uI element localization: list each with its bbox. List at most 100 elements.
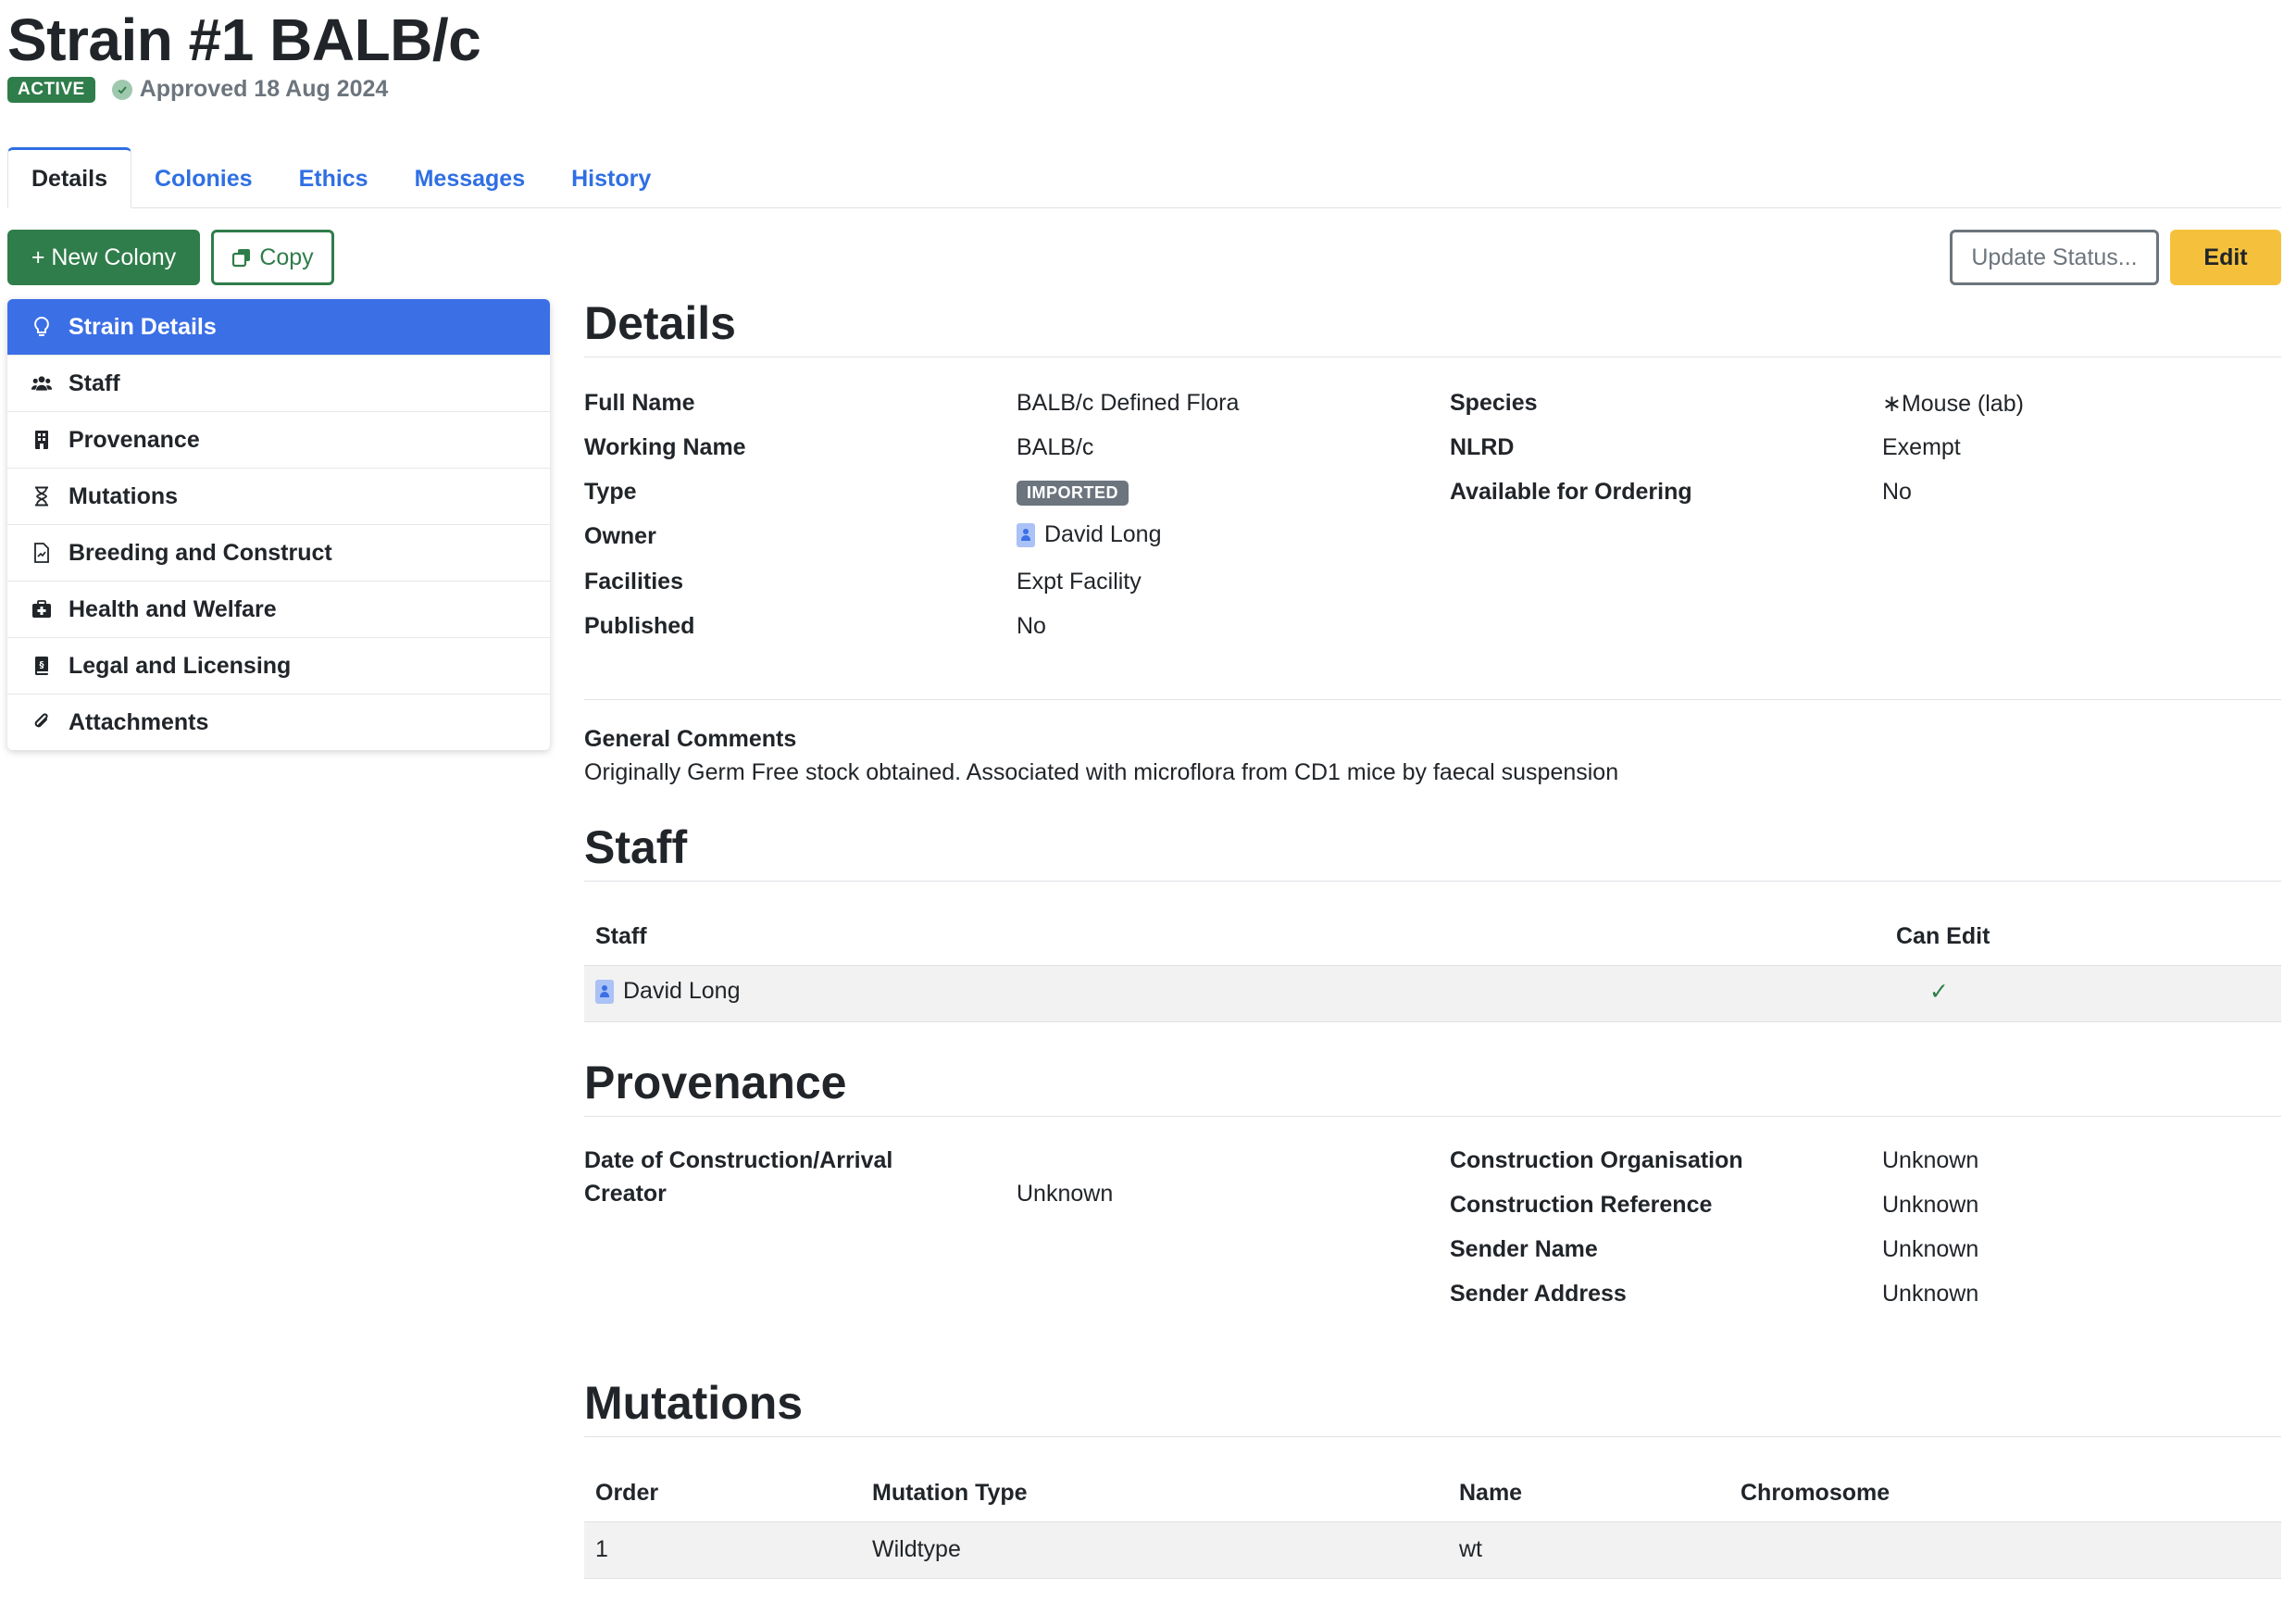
new-colony-button[interactable]: + New Colony [7, 230, 200, 285]
mutation-type-col-header: Mutation Type [872, 1480, 1028, 1506]
nav-label: Provenance [69, 426, 200, 453]
construction-ref-label: Construction Reference [1450, 1192, 1713, 1218]
details-heading: Details [584, 297, 736, 349]
type-label: Type [584, 479, 637, 505]
sender-address-value: Unknown [1882, 1281, 1979, 1307]
copy-button[interactable]: Copy [211, 230, 334, 285]
nav-label: Health and Welfare [69, 595, 277, 622]
chromosome-col-header: Chromosome [1741, 1480, 1890, 1506]
type-value: IMPORTED [1017, 481, 1129, 506]
copy-label: Copy [259, 244, 314, 270]
nav-label: Staff [69, 369, 120, 396]
nav-item-breeding-and-construct[interactable]: Breeding and Construct [7, 524, 550, 581]
species-value: ∗Mouse (lab) [1882, 391, 2024, 417]
staff-divider [584, 881, 2281, 882]
nav-label: Mutations [69, 482, 179, 509]
mutations-divider [584, 1436, 2281, 1437]
approval-status: Approved 18 Aug 2024 [111, 76, 389, 103]
nav-item-attachments[interactable]: Attachments [7, 694, 550, 750]
tab-ethics[interactable]: Ethics [276, 150, 392, 207]
check-circle-icon [111, 79, 132, 100]
staff-name: David Long [623, 978, 741, 1004]
tab-details[interactable]: Details [7, 147, 131, 208]
nav-item-mutations[interactable]: Mutations [7, 468, 550, 524]
available-value: No [1882, 479, 1912, 505]
construction-org-value: Unknown [1882, 1147, 1979, 1173]
full-name-value: BALB/c Defined Flora [1017, 390, 1240, 416]
can-edit-col-header: Can Edit [1896, 923, 1990, 949]
working-name-value: BALB/c [1017, 434, 1094, 460]
mutations-heading: Mutations [584, 1377, 804, 1429]
tab-messages[interactable]: Messages [392, 150, 549, 207]
can-edit-check-icon: ✓ [1929, 979, 1949, 1005]
staff-name-cell[interactable]: David Long [595, 978, 740, 1005]
owner-name: David Long [1044, 521, 1162, 547]
nav-item-health-and-welfare[interactable]: Health and Welfare [7, 581, 550, 637]
section-nav: Strain Details Staff Provenance Mutation… [7, 299, 550, 750]
species-label: Species [1450, 390, 1538, 416]
paperclip-icon [31, 711, 52, 733]
owner-value[interactable]: David Long [1017, 521, 1161, 548]
date-arrival-label: Date of Construction/Arrival [584, 1147, 893, 1173]
order-col-header: Order [595, 1480, 659, 1506]
facilities-value: Expt Facility [1017, 569, 1142, 594]
type-badge: IMPORTED [1017, 481, 1129, 506]
person-icon [1017, 522, 1035, 547]
published-value: No [1017, 613, 1046, 639]
working-name-label: Working Name [584, 434, 746, 460]
edit-button[interactable]: Edit [2170, 230, 2281, 285]
name-col-header: Name [1459, 1480, 1523, 1506]
nav-label: Strain Details [69, 313, 217, 340]
building-icon [31, 429, 52, 451]
tab-history[interactable]: History [548, 150, 674, 207]
people-icon [31, 372, 52, 394]
owner-label: Owner [584, 523, 656, 549]
copy-icon [231, 247, 252, 268]
nav-label: Breeding and Construct [69, 539, 332, 566]
published-label: Published [584, 613, 695, 639]
table-row [584, 965, 2281, 1022]
construction-ref-value: Unknown [1882, 1192, 1979, 1218]
comments-value: Originally Germ Free stock obtained. Ass… [584, 759, 1619, 785]
tab-bar: Details Colonies Ethics Messages History [7, 147, 2281, 208]
lightbulb-icon [31, 316, 52, 338]
file-chart-icon [31, 542, 52, 564]
nav-label: Legal and Licensing [69, 652, 292, 679]
mutation-type-cell: Wildtype [872, 1536, 961, 1562]
svg-text:§: § [40, 660, 44, 670]
staff-col-header: Staff [595, 923, 647, 949]
staff-heading: Staff [584, 821, 688, 873]
sender-name-label: Sender Name [1450, 1236, 1598, 1262]
hourglass-icon [31, 485, 52, 507]
approved-text: Approved 18 Aug 2024 [139, 76, 389, 102]
nav-item-legal-and-licensing[interactable]: § Legal and Licensing [7, 637, 550, 694]
status-row: ACTIVE Approved 18 Aug 2024 [7, 76, 388, 103]
comments-divider [584, 699, 2281, 700]
provenance-divider [584, 1116, 2281, 1117]
mutation-name-cell: wt [1459, 1536, 1482, 1562]
sender-address-label: Sender Address [1450, 1281, 1627, 1307]
sender-name-value: Unknown [1882, 1236, 1979, 1262]
creator-value: Unknown [1017, 1181, 1114, 1207]
strain-page: Strain #1 BALB/c ACTIVE Approved 18 Aug … [0, 0, 2296, 1602]
nlrd-label: NLRD [1450, 434, 1515, 460]
table-row [584, 1521, 2281, 1579]
provenance-heading: Provenance [584, 1057, 847, 1108]
page-title: Strain #1 BALB/c [7, 6, 481, 73]
facilities-label: Facilities [584, 569, 683, 594]
construction-org-label: Construction Organisation [1450, 1147, 1743, 1173]
medical-bag-icon [31, 598, 52, 620]
person-icon [595, 979, 614, 1004]
nav-label: Attachments [69, 708, 209, 735]
update-status-button[interactable]: Update Status... [1950, 230, 2159, 285]
tab-colonies[interactable]: Colonies [131, 150, 276, 207]
nav-item-provenance[interactable]: Provenance [7, 411, 550, 468]
creator-label: Creator [584, 1181, 667, 1207]
nav-item-strain-details[interactable]: Strain Details [7, 299, 550, 355]
available-label: Available for Ordering [1450, 479, 1692, 505]
nav-item-staff[interactable]: Staff [7, 355, 550, 411]
status-badge: ACTIVE [7, 76, 95, 103]
order-cell: 1 [595, 1536, 608, 1562]
legal-book-icon: § [31, 655, 52, 677]
comments-label: General Comments [584, 726, 797, 752]
